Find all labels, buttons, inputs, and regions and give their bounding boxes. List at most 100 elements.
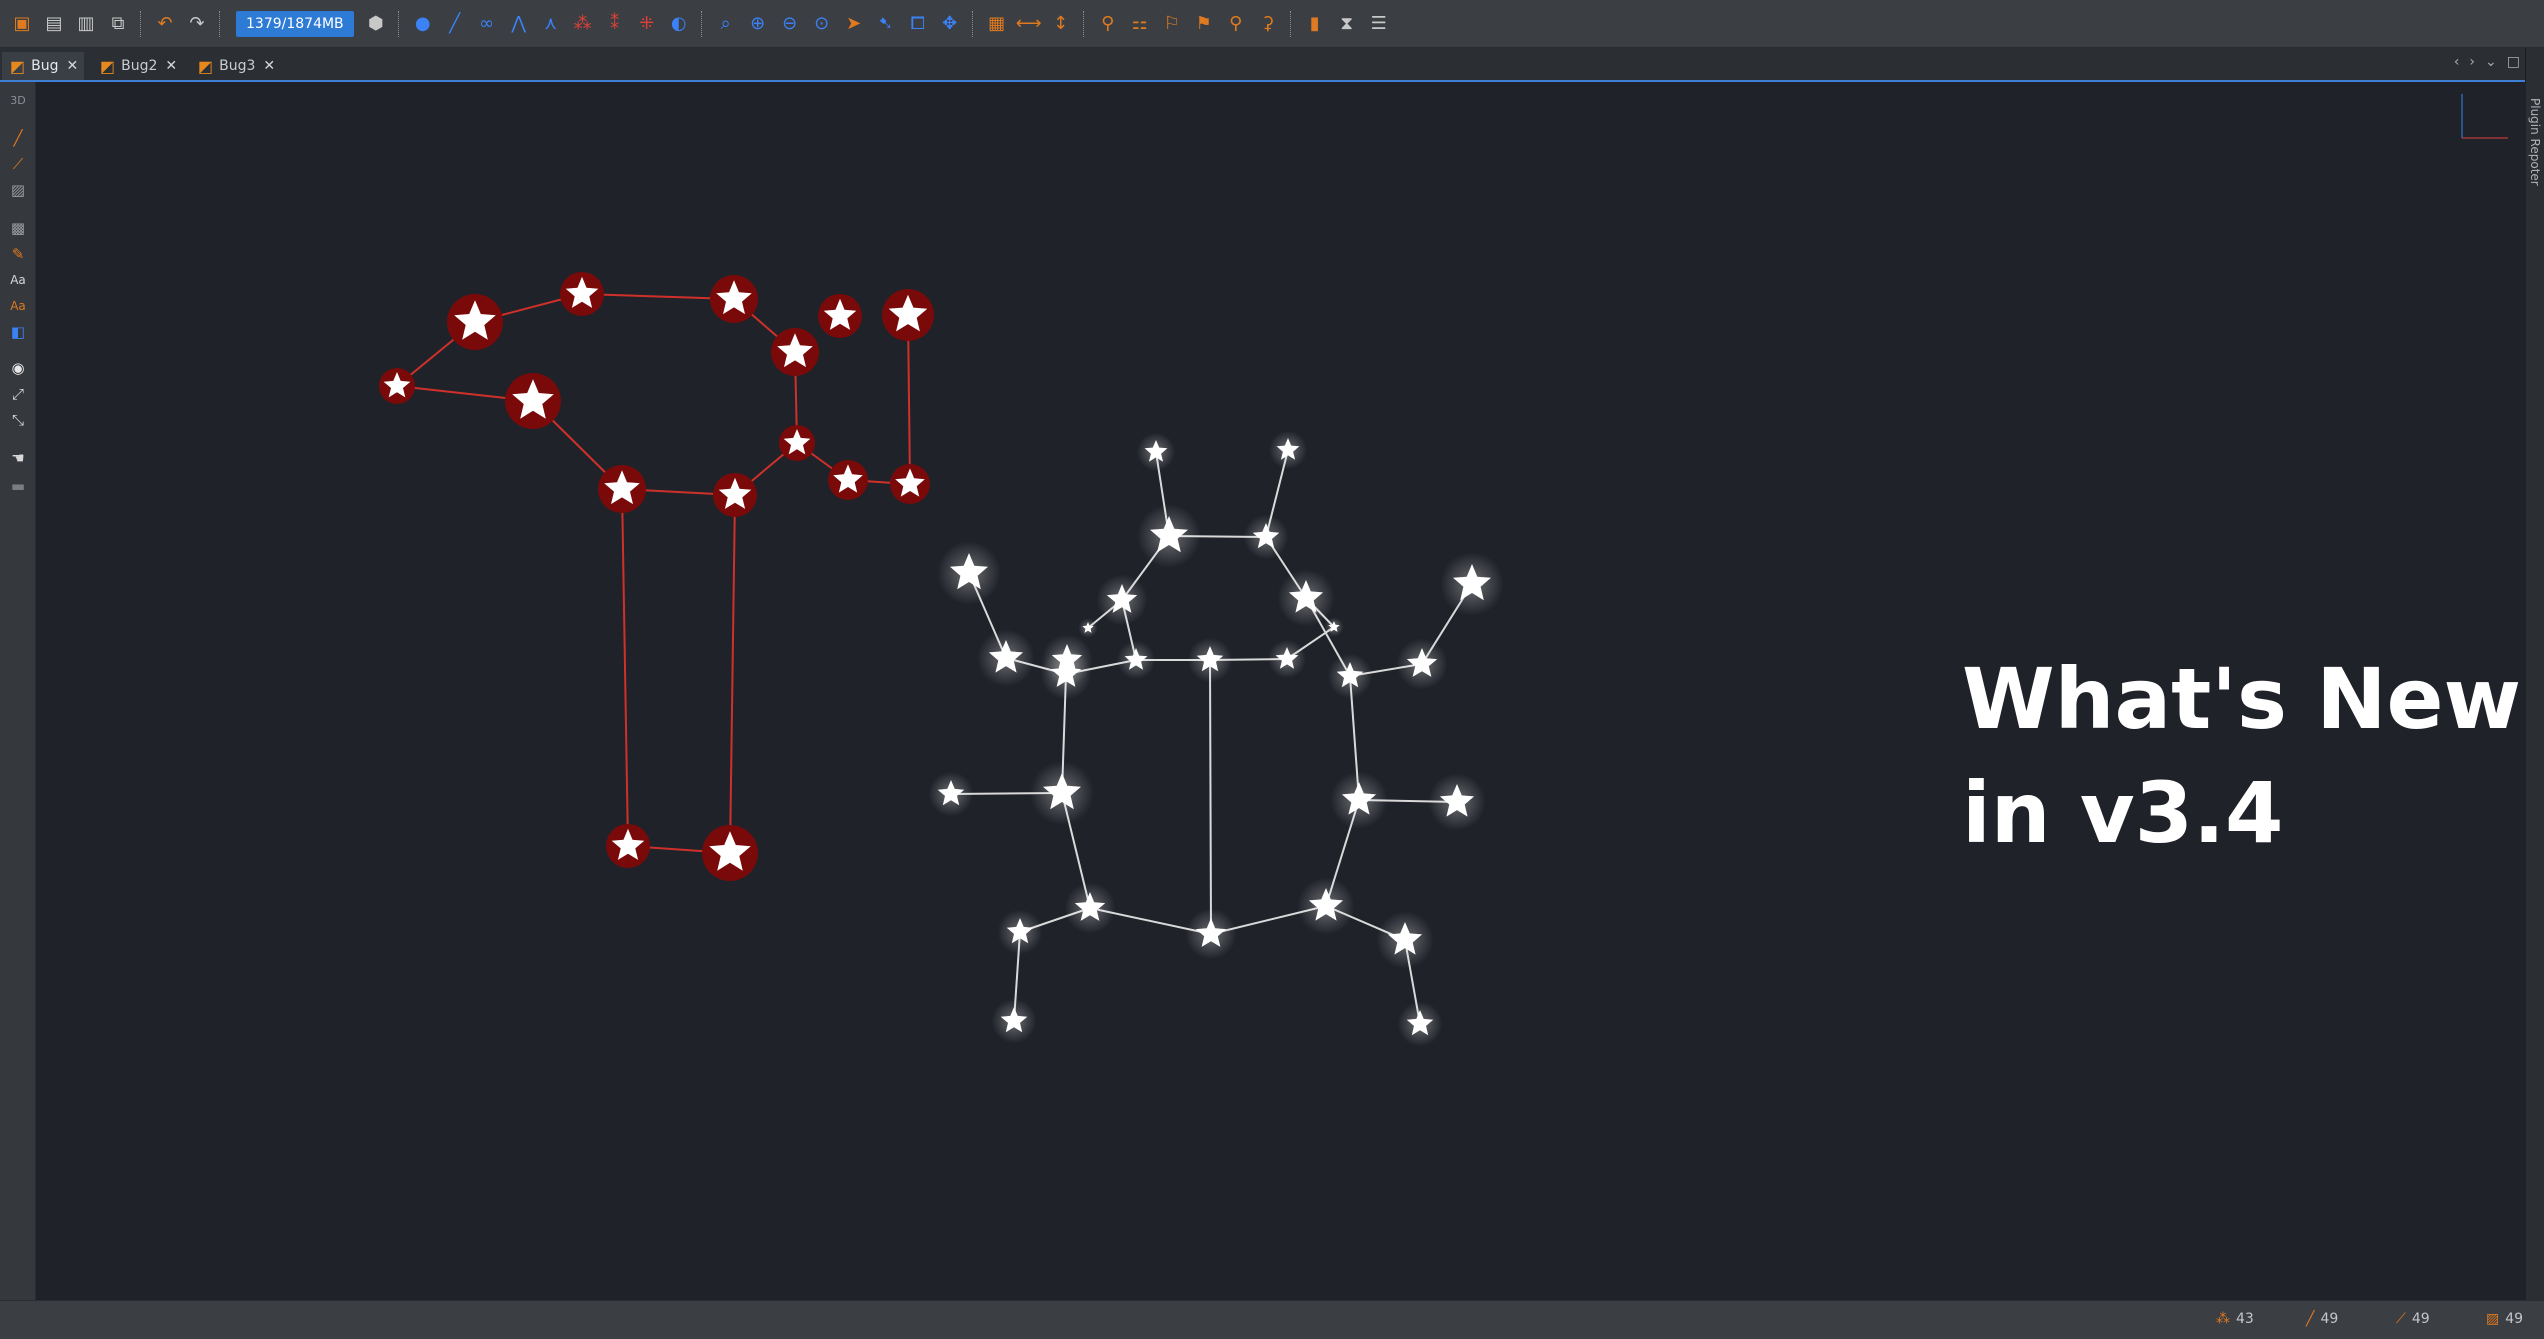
pin-icon[interactable]: ⚲ bbox=[1222, 10, 1250, 38]
white-star-node[interactable] bbox=[1397, 1001, 1443, 1047]
red-star-node[interactable] bbox=[505, 373, 561, 429]
tab-bug[interactable]: ◩ Bug ✕ bbox=[2, 52, 84, 80]
pencil-icon[interactable]: ✎ bbox=[6, 242, 30, 266]
white-star-node[interactable] bbox=[1297, 877, 1355, 935]
align-vertical-icon[interactable]: ↕ bbox=[1047, 10, 1075, 38]
redo-icon[interactable]: ↷ bbox=[183, 10, 211, 38]
save-icon[interactable]: ▥ bbox=[72, 10, 100, 38]
red-star-node[interactable] bbox=[713, 473, 757, 517]
red-star-node[interactable] bbox=[447, 294, 503, 350]
select-zoom-icon[interactable]: ⌕ bbox=[712, 10, 740, 38]
zoom-out-icon[interactable]: ⊖ bbox=[776, 10, 804, 38]
3d-mode-button[interactable]: 3D bbox=[6, 88, 30, 112]
timeline-icon[interactable]: ⧗ bbox=[1333, 10, 1361, 38]
white-star-node[interactable] bbox=[1428, 773, 1486, 831]
white-star-node[interactable] bbox=[1277, 569, 1335, 627]
new-project-icon[interactable]: ▣ bbox=[8, 10, 36, 38]
red-star-node[interactable] bbox=[882, 289, 934, 341]
add-edge-icon[interactable]: ╱ bbox=[441, 10, 469, 38]
label-color-icon[interactable]: Aa bbox=[6, 294, 30, 318]
zoom-fit-icon[interactable]: ⊙ bbox=[808, 10, 836, 38]
red-star-node[interactable] bbox=[771, 328, 819, 376]
node-color-icon[interactable]: ▩ bbox=[6, 216, 30, 240]
garbage-collect-icon[interactable]: ⬢ bbox=[362, 10, 390, 38]
red-star-node[interactable] bbox=[710, 275, 758, 323]
red-star-node[interactable] bbox=[890, 464, 930, 504]
pointer-icon[interactable]: ➤ bbox=[840, 10, 868, 38]
select-icon[interactable]: ➷ bbox=[872, 10, 900, 38]
white-star-node[interactable] bbox=[1267, 639, 1307, 679]
red-star-node[interactable] bbox=[828, 460, 868, 500]
contract-arrows-icon[interactable]: ⤡ bbox=[6, 408, 30, 432]
close-icon[interactable]: ✕ bbox=[165, 58, 177, 74]
red-star-node[interactable] bbox=[818, 294, 862, 338]
red-star-node[interactable] bbox=[779, 425, 815, 461]
white-star-node[interactable] bbox=[1330, 771, 1388, 829]
white-star-node[interactable] bbox=[1185, 908, 1237, 960]
tab-bug3[interactable]: ◩ Bug3 ✕ bbox=[190, 52, 282, 80]
white-star-node[interactable] bbox=[991, 998, 1037, 1044]
white-star-node[interactable] bbox=[1064, 882, 1116, 934]
white-star-node[interactable] bbox=[997, 909, 1043, 955]
statistics-icon[interactable]: ▮ bbox=[1301, 10, 1329, 38]
white-star-node[interactable] bbox=[1040, 648, 1092, 700]
chevron-down-icon[interactable]: ⌄ bbox=[2485, 54, 2497, 70]
red-star-node[interactable] bbox=[560, 272, 604, 316]
collapse-icon[interactable]: ⚑ bbox=[1190, 10, 1218, 38]
zoom-in-icon[interactable]: ⊕ bbox=[744, 10, 772, 38]
split-icon[interactable]: ⁜ bbox=[633, 10, 661, 38]
white-star-node[interactable] bbox=[928, 771, 974, 817]
tree-icon[interactable]: ⋏ bbox=[537, 10, 565, 38]
open-file-icon[interactable]: ▤ bbox=[40, 10, 68, 38]
white-star-node[interactable] bbox=[1116, 640, 1156, 680]
pattern-icon[interactable]: ▨ bbox=[6, 178, 30, 202]
label-size-icon[interactable]: ◧ bbox=[6, 320, 30, 344]
white-star-node[interactable] bbox=[1396, 638, 1448, 690]
label-font-icon[interactable]: Aa bbox=[6, 268, 30, 292]
chevron-right-icon[interactable]: › bbox=[2469, 54, 2475, 70]
plugin-reporter-panel[interactable]: Plugin Repoter bbox=[2525, 48, 2544, 1300]
white-star-node[interactable] bbox=[1136, 432, 1176, 472]
edge-tool-icon[interactable]: ╱ bbox=[6, 126, 30, 150]
database-icon[interactable]: ☰ bbox=[1365, 10, 1393, 38]
white-star-node[interactable] bbox=[1376, 911, 1434, 969]
cluster-icon[interactable]: ⁂ bbox=[569, 10, 597, 38]
unpin-icon[interactable]: ⚳ bbox=[1254, 10, 1282, 38]
expand-icon[interactable]: ⚐ bbox=[1158, 10, 1186, 38]
shape-icon[interactable]: ◐ bbox=[665, 10, 693, 38]
memory-indicator[interactable]: 1379/1874MB bbox=[236, 10, 354, 37]
merge-icon[interactable]: ⁑ bbox=[601, 10, 629, 38]
hand-icon[interactable]: ☚ bbox=[6, 446, 30, 470]
add-node-icon[interactable]: ● bbox=[409, 10, 437, 38]
hierarchy-icon[interactable]: ⚏ bbox=[1126, 10, 1154, 38]
white-star-node[interactable] bbox=[1268, 430, 1308, 470]
maximize-icon[interactable]: □ bbox=[2507, 54, 2520, 70]
close-icon[interactable]: ✕ bbox=[67, 58, 79, 74]
white-star-node[interactable] bbox=[1327, 653, 1373, 699]
drag-icon[interactable]: ✥ bbox=[936, 10, 964, 38]
red-star-node[interactable] bbox=[606, 824, 650, 868]
red-star-node[interactable] bbox=[702, 825, 758, 881]
layout-icon[interactable]: ⋀ bbox=[505, 10, 533, 38]
red-star-node[interactable] bbox=[379, 368, 415, 404]
link-icon[interactable]: ∞ bbox=[473, 10, 501, 38]
grid-icon[interactable]: ▦ bbox=[983, 10, 1011, 38]
align-horizontal-icon[interactable]: ⟷ bbox=[1015, 10, 1043, 38]
rectangle-select-icon[interactable]: ⧠ bbox=[904, 10, 932, 38]
eye-icon[interactable]: ◉ bbox=[6, 356, 30, 380]
white-star-node[interactable] bbox=[977, 629, 1035, 687]
brush-icon[interactable]: ▬ bbox=[6, 474, 30, 498]
white-star-node[interactable] bbox=[1243, 514, 1289, 560]
white-star-node[interactable] bbox=[1440, 552, 1504, 616]
copy-icon[interactable]: ⧉ bbox=[104, 10, 132, 38]
undo-icon[interactable]: ↶ bbox=[151, 10, 179, 38]
graph-canvas[interactable]: What's New in v3.4 bbox=[36, 82, 2526, 1300]
white-star-node[interactable] bbox=[1078, 618, 1098, 638]
white-star-node[interactable] bbox=[1096, 574, 1148, 626]
white-star-node[interactable] bbox=[1137, 504, 1201, 568]
edge-style-icon[interactable]: ⟋ bbox=[6, 152, 30, 176]
chevron-left-icon[interactable]: ‹ bbox=[2454, 54, 2460, 70]
white-star-node[interactable] bbox=[937, 541, 1001, 605]
expand-arrows-icon[interactable]: ⤢ bbox=[6, 382, 30, 406]
close-icon[interactable]: ✕ bbox=[263, 58, 275, 74]
